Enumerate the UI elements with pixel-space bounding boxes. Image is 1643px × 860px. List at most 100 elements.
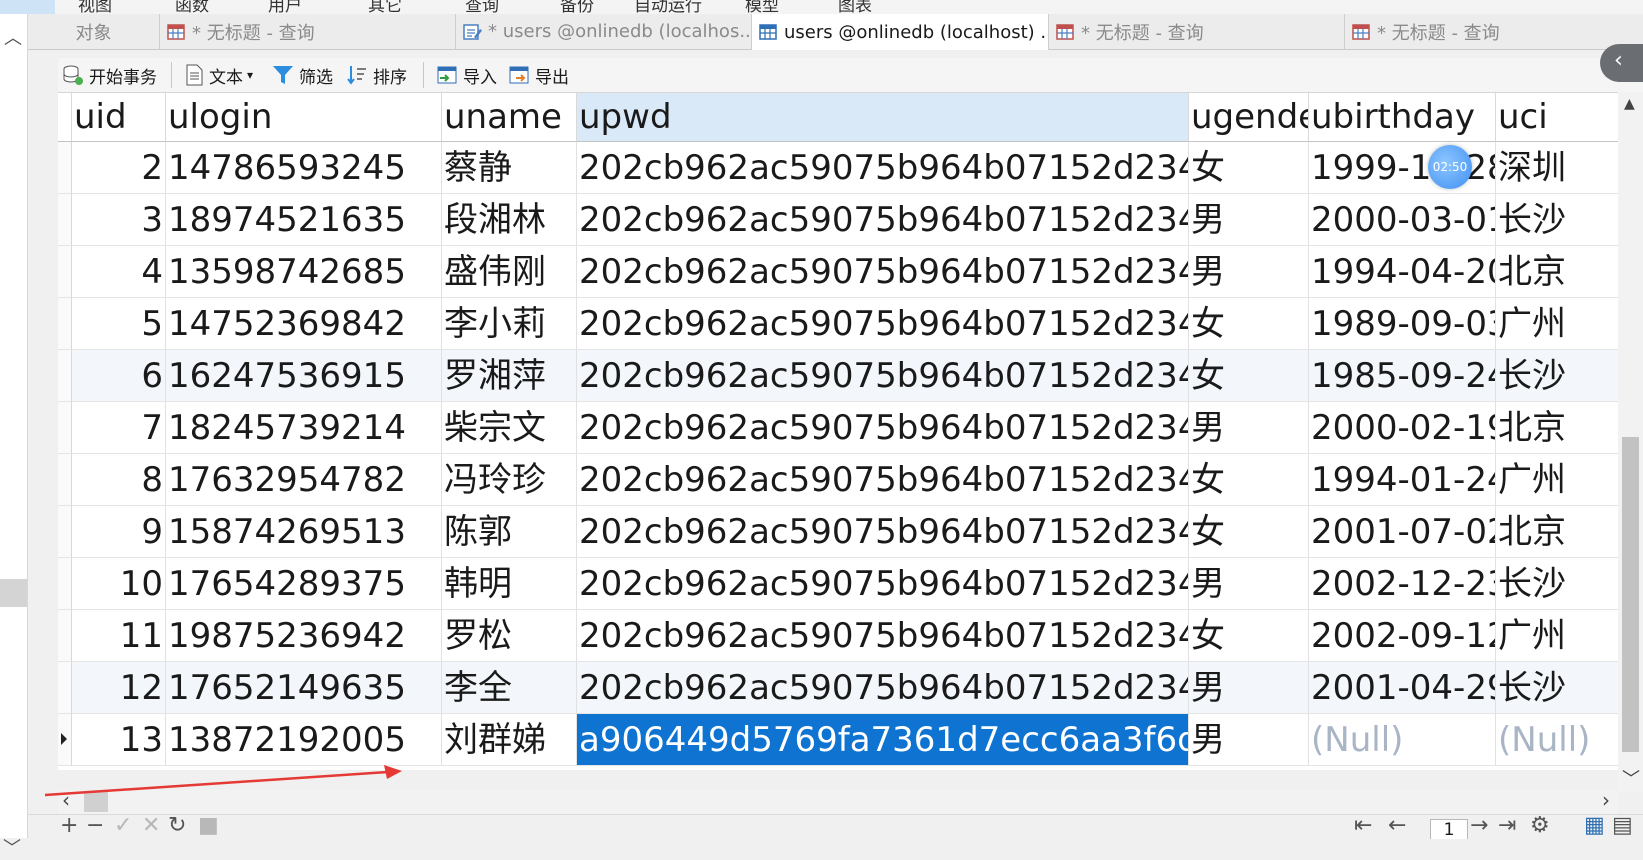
chevron-up-icon[interactable]: ︿: [4, 24, 22, 50]
cell-ucity[interactable]: 广州: [1496, 610, 1618, 662]
cell-uid[interactable]: 2: [72, 142, 166, 194]
stop-icon[interactable]: ■: [198, 815, 219, 838]
table-row[interactable]: 7 18245739214 柴宗文 202cb962ac59075b964b07152…: [58, 402, 1618, 454]
cell-uname[interactable]: 刘群娣: [442, 714, 577, 766]
column-header-ugender[interactable]: ugende: [1189, 93, 1309, 142]
cell-ucity[interactable]: 长沙: [1496, 662, 1618, 714]
row-indicator[interactable]: [58, 402, 72, 454]
row-indicator[interactable]: [58, 194, 72, 246]
navigation-scroll-thumb[interactable]: [0, 579, 27, 607]
cell-ugender[interactable]: 女: [1189, 610, 1309, 662]
cell-upwd[interactable]: 202cb962ac59075b964b07152d234b70: [577, 298, 1189, 350]
cell-uid[interactable]: 11: [72, 610, 166, 662]
cell-upwd[interactable]: 202cb962ac59075b964b07152d234b70: [577, 194, 1189, 246]
cell-ulogin[interactable]: 16247536915: [166, 350, 442, 402]
cell-ucity[interactable]: 长沙: [1496, 194, 1618, 246]
cell-ugender[interactable]: 女: [1189, 142, 1309, 194]
tab-untitled-query-2[interactable]: * 无标题 - 查询: [1049, 14, 1345, 49]
row-indicator[interactable]: [58, 350, 72, 402]
cell-upwd[interactable]: 202cb962ac59075b964b07152d234b70: [577, 142, 1189, 194]
row-indicator[interactable]: [58, 714, 72, 766]
cell-uname[interactable]: 段湘林: [442, 194, 577, 246]
row-indicator[interactable]: [58, 610, 72, 662]
menu-item-query[interactable]: 查询: [465, 0, 499, 14]
cell-ubirthday[interactable]: 1989-09-03: [1309, 298, 1496, 350]
cell-upwd[interactable]: 202cb962ac59075b964b07152d234b70: [577, 558, 1189, 610]
menu-item-function[interactable]: 函数: [175, 0, 209, 14]
column-header-ucity[interactable]: uci: [1496, 93, 1618, 142]
sort-button[interactable]: 排序: [346, 63, 407, 88]
cell-uid[interactable]: 5: [72, 298, 166, 350]
cell-uid[interactable]: 7: [72, 402, 166, 454]
row-indicator[interactable]: [58, 142, 72, 194]
cell-uid[interactable]: 9: [72, 506, 166, 558]
cell-ugender[interactable]: 男: [1189, 558, 1309, 610]
cell-ulogin[interactable]: 18245739214: [166, 402, 442, 454]
previous-page-icon[interactable]: ←: [1388, 815, 1406, 838]
column-header-ulogin[interactable]: ulogin: [166, 93, 442, 142]
menu-item-backup[interactable]: 备份: [560, 0, 594, 14]
next-page-icon[interactable]: →: [1470, 815, 1488, 838]
refresh-icon[interactable]: ↻: [168, 815, 186, 838]
column-header-upwd[interactable]: upwd: [577, 93, 1189, 142]
cell-ulogin[interactable]: 17654289375: [166, 558, 442, 610]
cell-ulogin[interactable]: 13598742685: [166, 246, 442, 298]
cell-ugender[interactable]: 男: [1189, 246, 1309, 298]
cell-upwd[interactable]: 202cb962ac59075b964b07152d234b70: [577, 350, 1189, 402]
cell-uname[interactable]: 蔡静: [442, 142, 577, 194]
vertical-scroll-thumb[interactable]: [1622, 437, 1639, 752]
text-view-button[interactable]: 文本 ▾: [184, 63, 253, 88]
cell-ugender[interactable]: 女: [1189, 350, 1309, 402]
column-header-uname[interactable]: uname: [442, 93, 577, 142]
cell-ubirthday[interactable]: 2002-12-23: [1309, 558, 1496, 610]
cell-uname[interactable]: 冯玲珍: [442, 454, 577, 506]
menu-item-automation[interactable]: 自动运行: [634, 0, 702, 14]
row-indicator[interactable]: [58, 506, 72, 558]
data-grid[interactable]: uid ulogin uname upwd ugende ubirthday u…: [58, 92, 1618, 770]
cell-ubirthday[interactable]: 2002-09-12: [1309, 610, 1496, 662]
cell-ubirthday[interactable]: 2000-02-19: [1309, 402, 1496, 454]
cell-upwd[interactable]: 202cb962ac59075b964b07152d234b70: [577, 454, 1189, 506]
menu-item-user[interactable]: 用户: [268, 0, 302, 14]
menu-item-model[interactable]: 模型: [745, 0, 779, 14]
cell-ugender[interactable]: 女: [1189, 298, 1309, 350]
cell-ubirthday[interactable]: 2001-04-29: [1309, 662, 1496, 714]
cell-ulogin[interactable]: 19875236942: [166, 610, 442, 662]
vertical-scrollbar[interactable]: ▲ ﹀: [1618, 92, 1643, 792]
cell-ucity[interactable]: 长沙: [1496, 350, 1618, 402]
table-row[interactable]: 5 14752369842 李小莉 202cb962ac59075b964b07152…: [58, 298, 1618, 350]
menu-item-view[interactable]: 视图: [78, 0, 112, 14]
cell-uname[interactable]: 罗湘萍: [442, 350, 577, 402]
cell-ubirthday[interactable]: 2000-03-01: [1309, 194, 1496, 246]
first-page-icon[interactable]: ⇤: [1354, 815, 1372, 838]
cell-ulogin[interactable]: 15874269513: [166, 506, 442, 558]
filter-button[interactable]: 筛选: [272, 63, 333, 88]
cell-ubirthday[interactable]: 2001-07-02: [1309, 506, 1496, 558]
row-indicator[interactable]: [58, 662, 72, 714]
cell-uid[interactable]: 8: [72, 454, 166, 506]
tab-users-table[interactable]: users @onlinedb (localhost) ...: [752, 14, 1049, 50]
table-row[interactable]: 9 15874269513 陈郭 202cb962ac59075b964b07152d…: [58, 506, 1618, 558]
cell-uname[interactable]: 柴宗文: [442, 402, 577, 454]
column-header-uid[interactable]: uid: [72, 93, 166, 142]
table-row[interactable]: 8 17632954782 冯玲珍 202cb962ac59075b964b07152…: [58, 454, 1618, 506]
begin-transaction-button[interactable]: 开始事务: [62, 63, 157, 88]
cell-uname[interactable]: 李小莉: [442, 298, 577, 350]
cell-upwd[interactable]: 202cb962ac59075b964b07152d234b70: [577, 506, 1189, 558]
cell-uid[interactable]: 3: [72, 194, 166, 246]
table-row[interactable]: 10 17654289375 韩明 202cb962ac59075b964b07152…: [58, 558, 1618, 610]
tab-objects[interactable]: 对象: [28, 14, 160, 49]
menu-item-chart[interactable]: 图表: [838, 0, 872, 14]
table-row[interactable]: 3 18974521635 段湘林 202cb962ac59075b964b07152…: [58, 194, 1618, 246]
menu-item-other[interactable]: 其它: [368, 0, 402, 14]
apply-changes-icon[interactable]: ✓: [114, 815, 132, 838]
cell-uname[interactable]: 盛伟刚: [442, 246, 577, 298]
table-row[interactable]: 2 14786593245 蔡静 202cb962ac59075b964b07152d…: [58, 142, 1618, 194]
delete-record-icon[interactable]: −: [86, 815, 104, 838]
cell-uid[interactable]: 4: [72, 246, 166, 298]
cell-ucity[interactable]: (Null): [1496, 714, 1618, 766]
cell-ugender[interactable]: 男: [1189, 714, 1309, 766]
cell-ugender[interactable]: 女: [1189, 454, 1309, 506]
cell-ubirthday[interactable]: 1994-04-20: [1309, 246, 1496, 298]
table-row[interactable]: 6 16247536915 罗湘萍 202cb962ac59075b964b07152…: [58, 350, 1618, 402]
